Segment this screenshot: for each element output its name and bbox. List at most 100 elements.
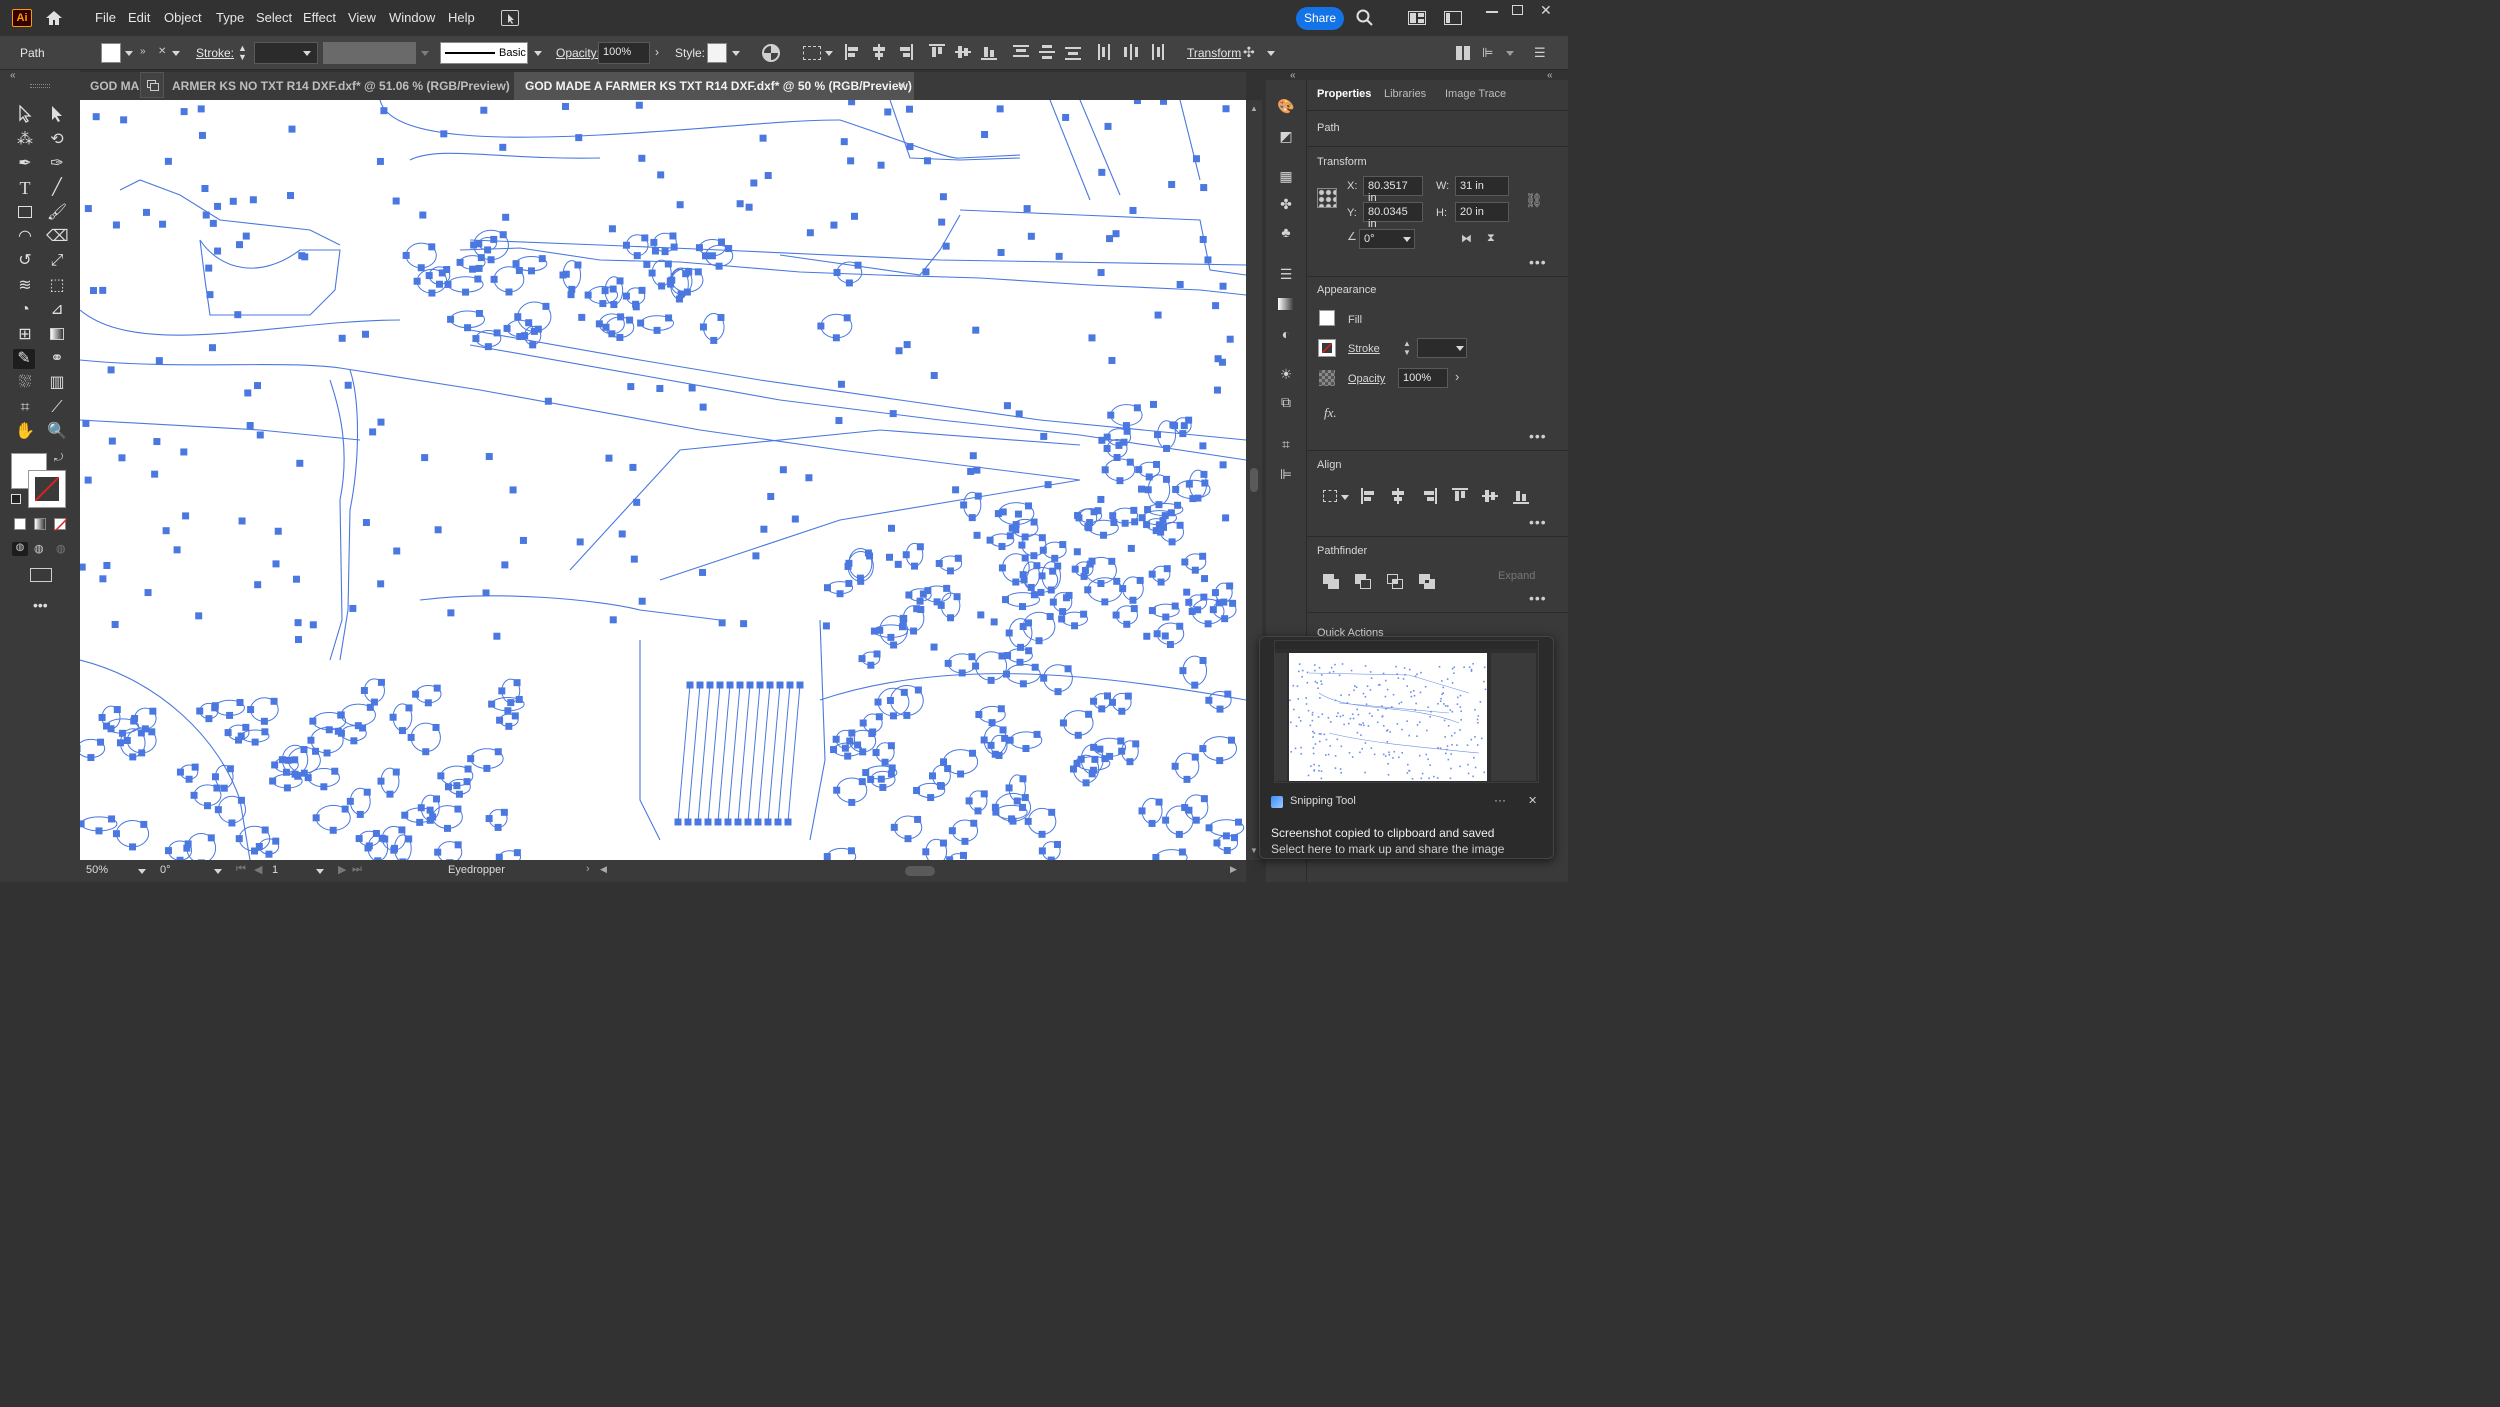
anchor-point[interactable] xyxy=(138,749,146,757)
anchor-point[interactable] xyxy=(484,246,492,254)
anchor-point[interactable] xyxy=(1153,630,1161,638)
graphic-style-swatch[interactable] xyxy=(707,43,727,63)
anchor-point[interactable] xyxy=(515,695,523,703)
anchor-point[interactable] xyxy=(938,218,946,226)
anchor-point[interactable] xyxy=(501,561,509,569)
anchor-point[interactable] xyxy=(1216,757,1224,765)
anchor-point[interactable] xyxy=(1005,629,1013,637)
anchor-point[interactable] xyxy=(1205,824,1213,832)
anchor-point[interactable] xyxy=(1062,594,1070,602)
anchor-point[interactable] xyxy=(830,221,838,229)
selection-tool-icon[interactable] xyxy=(14,104,36,125)
anchor-point[interactable] xyxy=(1030,591,1038,599)
anchor-point[interactable] xyxy=(1012,526,1020,534)
anchor-point[interactable] xyxy=(965,797,973,805)
anchor-point[interactable] xyxy=(922,268,930,276)
anchor-point[interactable] xyxy=(447,315,455,323)
anchor-point[interactable] xyxy=(888,764,896,772)
distribute-right-icon[interactable] xyxy=(1149,44,1165,60)
pathfinder-unite-icon[interactable] xyxy=(1323,574,1341,590)
anchor-point[interactable] xyxy=(1178,848,1186,856)
anchor-point[interactable] xyxy=(228,819,236,827)
anchor-point[interactable] xyxy=(1145,473,1153,481)
anchor-point[interactable] xyxy=(684,818,692,826)
anchor-point[interactable] xyxy=(869,728,877,736)
anchor-point[interactable] xyxy=(1074,731,1082,739)
anchor-point[interactable] xyxy=(381,835,389,843)
anchor-point[interactable] xyxy=(1019,623,1027,631)
anchor-point[interactable] xyxy=(633,252,641,260)
anchor-point[interactable] xyxy=(930,643,938,651)
paintbrush-tool-icon[interactable]: 🖌 xyxy=(46,203,68,223)
anchor-point[interactable] xyxy=(595,320,603,328)
anchor-point[interactable] xyxy=(1106,235,1114,243)
anchor-point[interactable] xyxy=(695,244,703,252)
anchor-point[interactable] xyxy=(325,726,333,734)
anchor-point[interactable] xyxy=(1021,554,1029,562)
anchor-point[interactable] xyxy=(1219,282,1227,290)
first-artboard-icon[interactable]: ⏮ xyxy=(236,863,246,876)
anchor-point[interactable] xyxy=(1073,548,1081,556)
anchor-point[interactable] xyxy=(754,818,762,826)
tab-libraries[interactable]: Libraries xyxy=(1384,88,1426,100)
anchor-point[interactable] xyxy=(1191,753,1199,761)
anchor-point[interactable] xyxy=(483,764,491,772)
anchor-point[interactable] xyxy=(1179,667,1187,675)
anchor-point[interactable] xyxy=(391,844,399,852)
anchor-point[interactable] xyxy=(401,811,409,819)
anchor-point[interactable] xyxy=(120,116,128,124)
anchor-point[interactable] xyxy=(1040,674,1048,682)
anchor-point[interactable] xyxy=(1019,775,1027,783)
chevron-down-icon[interactable] xyxy=(316,869,324,874)
anchor-point[interactable] xyxy=(211,702,219,710)
align-horizontal-center-icon[interactable] xyxy=(871,44,887,60)
anchor-point[interactable] xyxy=(1219,461,1227,469)
scroll-down-icon[interactable]: ▼ xyxy=(1250,846,1258,855)
anchor-point[interactable] xyxy=(1155,501,1163,509)
anchor-point[interactable] xyxy=(699,323,707,331)
anchor-point[interactable] xyxy=(1059,608,1067,616)
anchor-point[interactable] xyxy=(1030,552,1038,560)
anchor-point[interactable] xyxy=(1221,615,1229,623)
anchor-point[interactable] xyxy=(848,729,856,737)
anchor-point[interactable] xyxy=(1162,816,1170,824)
anchor-point[interactable] xyxy=(972,326,980,334)
anchor-point[interactable] xyxy=(1118,707,1126,715)
anchor-point[interactable] xyxy=(405,835,413,843)
anchor-point[interactable] xyxy=(1109,512,1117,520)
anchor-point[interactable] xyxy=(847,847,855,855)
edit-toolbar-icon[interactable]: ••• xyxy=(33,597,48,613)
anchor-point[interactable] xyxy=(1126,758,1134,766)
align-top-icon[interactable] xyxy=(1452,488,1468,504)
anchor-point[interactable] xyxy=(584,291,592,299)
flip-vertical-icon[interactable]: ⧗ xyxy=(1487,232,1495,245)
anchor-point[interactable] xyxy=(1133,404,1141,412)
shaper-tool-icon[interactable]: ◠ xyxy=(14,227,36,247)
anchor-point[interactable] xyxy=(474,275,482,283)
anchor-point[interactable] xyxy=(1037,588,1045,596)
anchor-point[interactable] xyxy=(889,410,897,418)
anchor-point[interactable] xyxy=(515,267,523,275)
anchor-point[interactable] xyxy=(669,232,677,240)
lasso-tool-icon[interactable]: ⟲ xyxy=(46,130,68,150)
color-icon[interactable]: 🎨 xyxy=(1276,98,1296,116)
anchor-point[interactable] xyxy=(836,590,844,598)
anchor-point[interactable] xyxy=(202,211,210,219)
anchor-point[interactable] xyxy=(447,609,455,617)
anchor-point[interactable] xyxy=(214,247,222,255)
anchor-point[interactable] xyxy=(1040,432,1048,440)
anchor-point[interactable] xyxy=(1143,521,1151,529)
anchor-point[interactable] xyxy=(710,336,718,344)
anchor-point[interactable] xyxy=(428,243,436,251)
anchor-point[interactable] xyxy=(1025,647,1033,655)
chevron-down-icon[interactable] xyxy=(125,51,133,56)
anchor-point[interactable] xyxy=(480,106,488,114)
anchor-point[interactable] xyxy=(847,157,855,165)
anchor-point[interactable] xyxy=(1129,206,1137,214)
anchor-point[interactable] xyxy=(699,568,707,576)
anchor-point[interactable] xyxy=(701,252,709,260)
variable-width-profile[interactable] xyxy=(323,42,416,64)
anchor-point[interactable] xyxy=(1027,583,1035,591)
pathfinder-minus-front-icon[interactable] xyxy=(1355,574,1373,590)
stroke-color-swatch[interactable] xyxy=(28,470,66,508)
